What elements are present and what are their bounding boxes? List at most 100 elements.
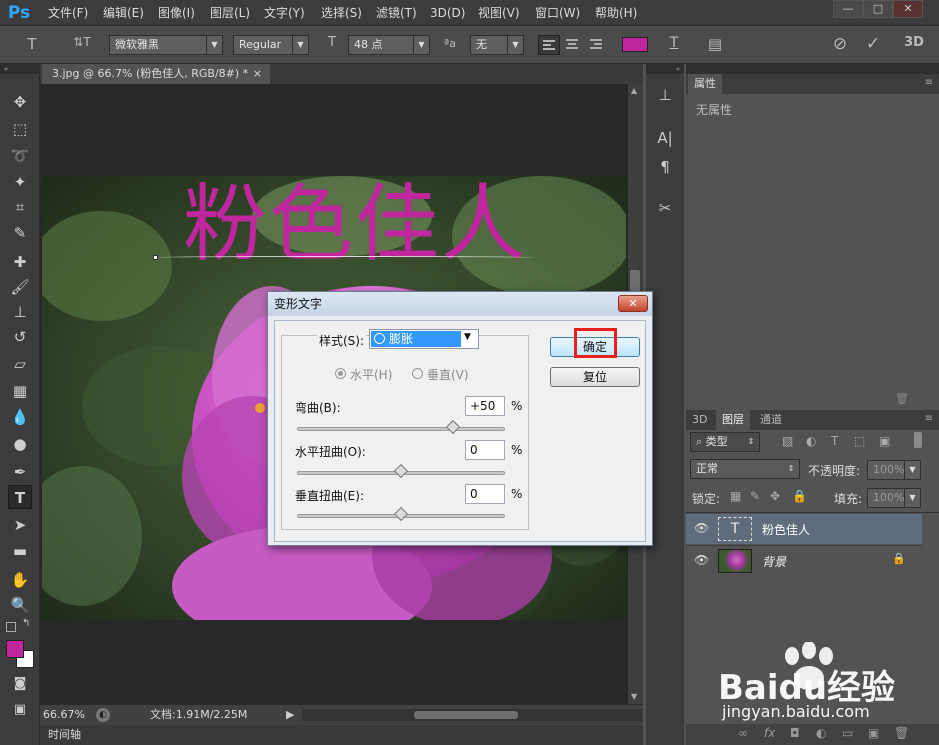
3d-icon[interactable]: 3D <box>900 35 928 50</box>
status-menu-icon[interactable]: ◐ <box>96 708 110 722</box>
eraser-tool-icon[interactable]: ▱ <box>8 352 32 376</box>
status-arrow-icon[interactable]: ▶ <box>286 705 294 725</box>
tab-channels[interactable]: 通道 <box>754 410 788 430</box>
lock-transparency-icon[interactable]: ▦ <box>730 489 741 503</box>
menu-view[interactable]: 视图(V) <box>478 0 520 26</box>
type-tool-icon[interactable]: T <box>20 35 44 53</box>
horizontal-scroll-thumb[interactable] <box>414 711 518 719</box>
commit-icon[interactable]: ✓ <box>862 34 884 54</box>
dialog-titlebar[interactable]: 变形文字 <box>268 292 652 316</box>
vertical-radio[interactable] <box>412 368 423 379</box>
lock-all-icon[interactable]: 🔒 <box>792 489 807 503</box>
warp-text-button[interactable]: T <box>664 35 684 51</box>
text-orientation-icon[interactable]: ⇅T <box>70 35 94 49</box>
filter-shape-icon[interactable]: ⬚ <box>854 434 865 448</box>
font-style-select[interactable]: Regular ▼ <box>233 35 309 55</box>
filter-adjustment-icon[interactable]: ◐ <box>806 434 816 448</box>
filter-smart-icon[interactable]: ▣ <box>879 434 890 448</box>
warped-text-layer[interactable]: 粉色佳人 <box>150 176 560 274</box>
menu-window[interactable]: 窗口(W) <box>535 0 580 26</box>
close-tab-icon[interactable]: × <box>253 64 262 84</box>
default-colors-icon[interactable] <box>6 622 16 632</box>
path-selection-tool-icon[interactable]: ➤ <box>8 513 32 537</box>
tab-layers[interactable]: 图层 <box>716 410 750 430</box>
horizontal-scrollbar[interactable] <box>302 709 642 721</box>
panel-menu-icon[interactable]: ≡ <box>925 77 933 88</box>
horizontal-distortion-input[interactable]: 0 <box>465 440 505 460</box>
healing-brush-tool-icon[interactable]: ✚ <box>8 250 32 274</box>
lasso-tool-icon[interactable]: ➰ <box>8 144 32 168</box>
zoom-level[interactable]: 66.67% <box>43 705 85 725</box>
antialias-select[interactable]: 无 ▼ <box>470 35 524 55</box>
menu-layer[interactable]: 图层(L) <box>210 0 250 26</box>
screen-mode-icon[interactable]: ▣ <box>8 698 32 722</box>
align-left-button[interactable] <box>538 35 560 55</box>
menu-image[interactable]: 图像(I) <box>158 0 195 26</box>
hand-tool-icon[interactable]: ✋ <box>8 568 32 592</box>
lock-position-icon[interactable]: ✥ <box>770 489 780 503</box>
dodge-tool-icon[interactable]: ● <box>8 432 32 456</box>
scroll-up-icon[interactable]: ▲ <box>631 86 637 95</box>
character-panel-icon[interactable]: A| <box>652 126 678 150</box>
dock-collapse-icon[interactable]: « <box>646 64 684 74</box>
quick-mask-icon[interactable]: ◙ <box>8 672 32 696</box>
blur-tool-icon[interactable]: 💧 <box>8 405 32 429</box>
align-center-button[interactable] <box>562 35 584 55</box>
minimize-button[interactable]: — <box>833 0 863 18</box>
swap-colors-icon[interactable]: ↰ <box>22 618 30 629</box>
brush-tool-icon[interactable]: 🖌 <box>8 275 32 299</box>
align-right-button[interactable] <box>586 35 608 55</box>
text-color-swatch[interactable] <box>622 37 648 52</box>
type-tool-button-icon[interactable]: T <box>8 485 32 509</box>
reset-button[interactable]: 复位 <box>550 367 640 387</box>
layer-filter-select[interactable]: ⌕ 类型 ⇕ <box>690 432 760 452</box>
visibility-eye-icon[interactable]: 👁 <box>694 521 709 535</box>
layer-row-text[interactable]: 👁 T 粉色佳人 <box>686 514 922 544</box>
vertical-distortion-input[interactable]: 0 <box>465 484 505 504</box>
dialog-close-button[interactable]: ✕ <box>618 295 648 312</box>
scroll-down-icon[interactable]: ▼ <box>631 692 637 701</box>
bend-input[interactable]: +50 <box>465 396 505 416</box>
crop-tool-icon[interactable]: ⌗ <box>8 195 32 219</box>
layer-name[interactable]: 背景 <box>762 553 786 570</box>
layer-row-background[interactable]: 👁 背景 🔒 <box>686 545 922 575</box>
paragraph-panel-icon[interactable]: ¶ <box>652 155 678 179</box>
menu-3d[interactable]: 3D(D) <box>430 0 465 26</box>
clone-source-icon[interactable]: ⊥ <box>652 83 678 107</box>
foreground-color-swatch[interactable] <box>6 640 24 658</box>
filter-pixel-icon[interactable]: ▨ <box>782 434 793 448</box>
menu-type[interactable]: 文字(Y) <box>264 0 305 26</box>
opacity-input[interactable]: 100% ▼ <box>867 460 921 480</box>
zoom-tool-icon[interactable]: 🔍 <box>8 593 32 617</box>
menu-edit[interactable]: 编辑(E) <box>103 0 144 26</box>
filter-type-icon[interactable]: T <box>831 434 838 448</box>
menu-select[interactable]: 选择(S) <box>321 0 362 26</box>
blend-mode-select[interactable]: 正常 ⇕ <box>690 459 800 479</box>
filter-toggle[interactable] <box>914 432 922 448</box>
pen-tool-icon[interactable]: ✒ <box>8 460 32 484</box>
fill-input[interactable]: 100% ▼ <box>867 488 921 508</box>
layers-menu-icon[interactable]: ≡ <box>925 413 933 424</box>
font-family-select[interactable]: 微软雅黑 ▼ <box>109 35 223 55</box>
marquee-tool-icon[interactable]: ⬚ <box>8 117 32 141</box>
panels-toggle-icon[interactable]: ▤ <box>704 35 726 53</box>
tab-3d[interactable]: 3D <box>686 410 713 430</box>
style-select[interactable]: 膨胀 ▼ <box>369 329 479 349</box>
font-size-select[interactable]: 48 点 ▼ <box>348 35 430 55</box>
tool-presets-icon[interactable]: ✂ <box>652 196 678 220</box>
layer-name[interactable]: 粉色佳人 <box>762 521 810 538</box>
clone-stamp-tool-icon[interactable]: ⊥ <box>8 300 32 324</box>
lock-pixels-icon[interactable]: ✎ <box>750 489 760 503</box>
magic-wand-tool-icon[interactable]: ✦ <box>8 170 32 194</box>
properties-tab[interactable]: 属性 <box>688 74 722 94</box>
close-window-button[interactable]: ✕ <box>893 0 923 18</box>
menu-help[interactable]: 帮助(H) <box>595 0 637 26</box>
rectangle-tool-icon[interactable]: ▬ <box>8 539 32 563</box>
baseline-handle[interactable] <box>153 255 158 260</box>
visibility-eye-icon[interactable]: 👁 <box>694 553 709 567</box>
menu-file[interactable]: 文件(F) <box>48 0 88 26</box>
move-tool-icon[interactable]: ✥ <box>8 90 32 114</box>
history-brush-tool-icon[interactable]: ↺ <box>8 325 32 349</box>
maximize-button[interactable]: □ <box>863 0 893 18</box>
trash-icon[interactable]: 🗑 <box>895 392 909 405</box>
